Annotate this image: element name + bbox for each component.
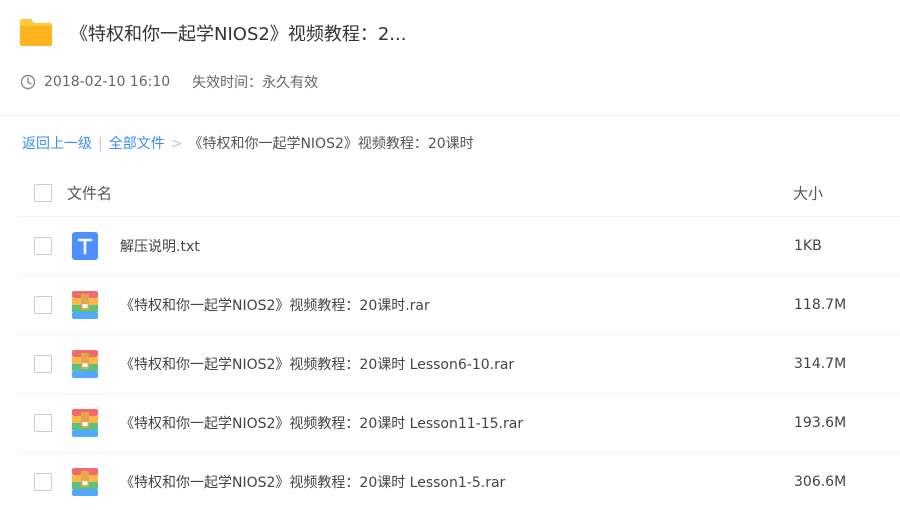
clock-icon xyxy=(20,74,36,90)
file-size: 193.6M xyxy=(794,415,847,431)
share-meta: 2018-02-10 16:10 失效时间：永久有效 xyxy=(20,72,318,92)
file-table: 文件名 大小 解压说明.txt 1KB 《特权和你一起学NIOS2》视频教程：2… xyxy=(18,170,900,510)
row-checkbox[interactable] xyxy=(34,473,52,491)
row-checkbox[interactable] xyxy=(34,414,52,432)
row-checkbox[interactable] xyxy=(34,296,52,314)
row-checkbox[interactable] xyxy=(34,237,52,255)
file-size: 306.6M xyxy=(794,474,847,490)
file-name[interactable]: 解压说明.txt xyxy=(120,236,200,256)
back-link[interactable]: 返回上一级 xyxy=(22,136,92,152)
breadcrumb-divider: | xyxy=(98,136,103,152)
file-size: 118.7M xyxy=(794,297,847,313)
expire-text: 失效时间：永久有效 xyxy=(192,75,319,91)
table-row[interactable]: 《特权和你一起学NIOS2》视频教程：20课时 Lesson1-5.rar 30… xyxy=(18,453,900,510)
all-files-link[interactable]: 全部文件 xyxy=(109,136,165,152)
rar-file-icon xyxy=(72,409,98,437)
table-header: 文件名 大小 xyxy=(18,170,900,217)
file-name[interactable]: 《特权和你一起学NIOS2》视频教程：20课时.rar xyxy=(120,295,430,315)
column-name-header[interactable]: 文件名 xyxy=(67,183,112,204)
file-name[interactable]: 《特权和你一起学NIOS2》视频教程：20课时 Lesson1-5.rar xyxy=(120,472,505,492)
breadcrumb-current: 《特权和你一起学NIOS2》视频教程：20课时 xyxy=(188,136,474,152)
rar-file-icon xyxy=(72,291,98,319)
column-size-header[interactable]: 大小 xyxy=(793,183,823,204)
select-all-checkbox[interactable] xyxy=(34,184,52,202)
table-row[interactable]: 《特权和你一起学NIOS2》视频教程：20课时 Lesson11-15.rar … xyxy=(18,394,900,453)
rar-file-icon xyxy=(72,468,98,496)
file-name[interactable]: 《特权和你一起学NIOS2》视频教程：20课时 Lesson11-15.rar xyxy=(120,413,523,433)
folder-icon xyxy=(20,19,52,46)
table-row[interactable]: 解压说明.txt 1KB xyxy=(18,217,900,276)
share-header: 《特权和你一起学NIOS2》视频教程：2... 2018-02-10 16:10… xyxy=(0,0,900,116)
table-row[interactable]: 《特权和你一起学NIOS2》视频教程：20课时.rar 118.7M xyxy=(18,276,900,335)
txt-file-icon xyxy=(72,232,98,260)
file-name[interactable]: 《特权和你一起学NIOS2》视频教程：20课时 Lesson6-10.rar xyxy=(120,354,514,374)
share-date: 2018-02-10 16:10 xyxy=(44,74,171,90)
breadcrumb-arrow: > xyxy=(170,136,183,152)
file-size: 1KB xyxy=(794,238,822,254)
share-title: 《特权和你一起学NIOS2》视频教程：2... xyxy=(70,24,407,45)
file-size: 314.7M xyxy=(794,356,847,372)
row-checkbox[interactable] xyxy=(34,355,52,373)
table-row[interactable]: 《特权和你一起学NIOS2》视频教程：20课时 Lesson6-10.rar 3… xyxy=(18,335,900,394)
rar-file-icon xyxy=(72,350,98,378)
breadcrumb: 返回上一级 | 全部文件 > 《特权和你一起学NIOS2》视频教程：20课时 xyxy=(22,133,474,153)
